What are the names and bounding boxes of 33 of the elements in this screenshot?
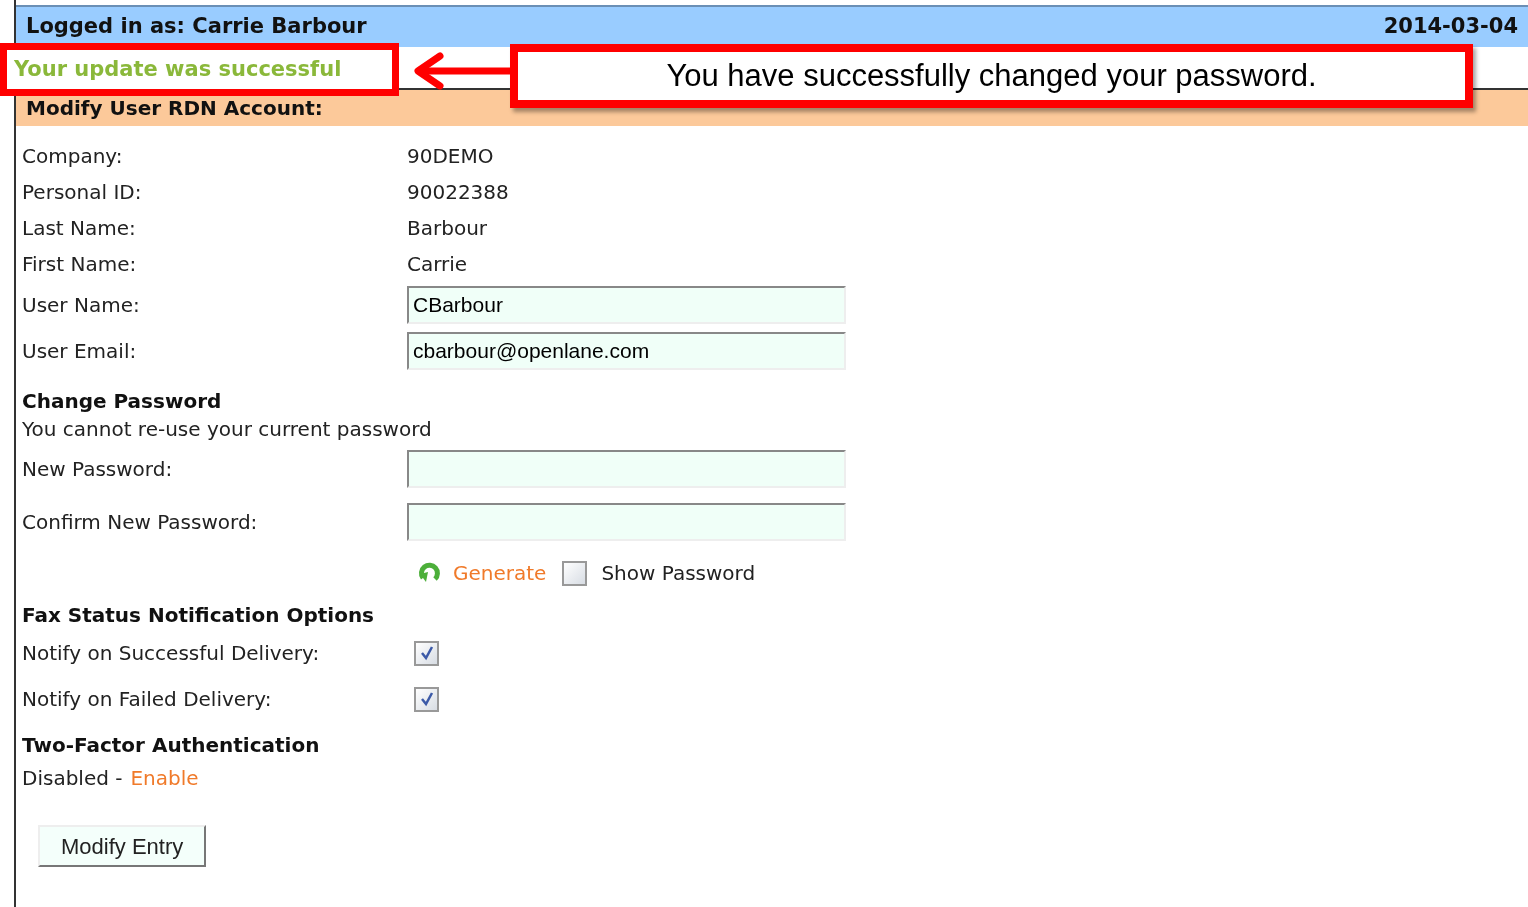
field-label: User Name: [22, 292, 141, 319]
field-value: Carrie [407, 251, 468, 278]
field-label: Last Name: [22, 215, 137, 242]
section-title: Modify User RDN Account: [26, 95, 323, 122]
hint-text: You cannot re-use your current password [22, 416, 432, 442]
subsection-title: Fax Status Notification Options [22, 602, 375, 629]
input-field[interactable]: cbarbour@openlane.com [407, 332, 846, 370]
input-field[interactable] [407, 503, 846, 541]
modify-entry-button[interactable]: Modify Entry [38, 825, 207, 867]
field-value: 90022388 [407, 179, 509, 206]
field-value: Barbour [407, 215, 488, 242]
input-field[interactable] [407, 450, 846, 488]
input-field[interactable]: CBarbour [407, 286, 846, 324]
field-label: Notify on Failed Delivery: [22, 686, 273, 713]
checkbox[interactable] [414, 686, 439, 712]
subsection-title: Change Password [22, 388, 223, 414]
field-label: First Name: [22, 251, 138, 278]
field-label: New Password: [22, 456, 174, 483]
subsection-title: Two-Factor Authentication [22, 732, 320, 759]
callout-text: You have successfully changed your password. [666, 56, 1317, 95]
checkbox-label: Show Password [601, 560, 756, 587]
field-label: Company: [22, 143, 124, 170]
field-label: Notify on Successful Delivery: [22, 640, 321, 667]
checkbox[interactable] [414, 640, 439, 666]
field-label: Personal ID: [22, 179, 143, 206]
date-label: 2014-03-04 [1383, 13, 1518, 41]
logged-in-label: Logged in as: Carrie Barbour [26, 13, 367, 41]
field-label: Confirm New Password: [22, 509, 259, 536]
field-value: 90DEMO [407, 143, 494, 170]
status-text: Disabled - [22, 765, 123, 792]
checkbox[interactable] [562, 560, 588, 586]
field-label: User Email: [22, 338, 138, 365]
success-message: Your update was successful [14, 55, 342, 83]
